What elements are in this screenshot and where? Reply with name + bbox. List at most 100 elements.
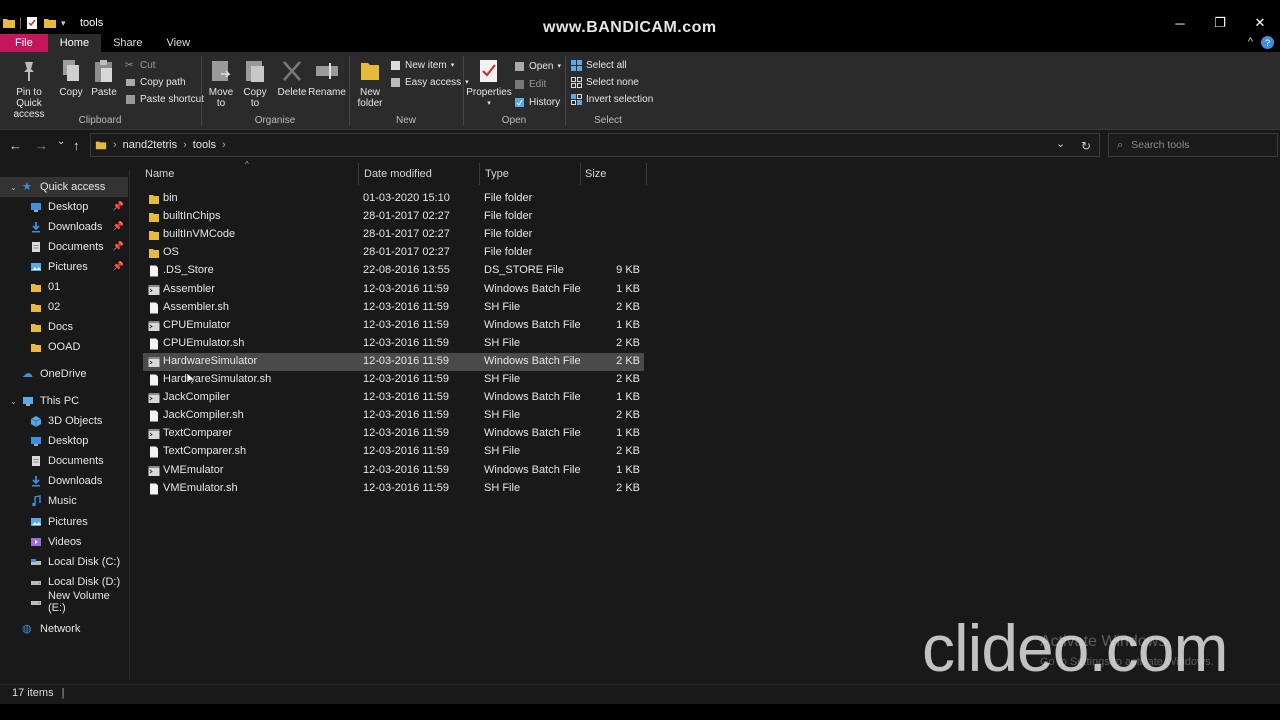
back-button[interactable]: ← (9, 138, 22, 153)
sidebar-item-quick-access[interactable]: ⌄ ★ Quick access (0, 177, 128, 197)
close-button[interactable]: ✕ (1240, 12, 1280, 34)
properties-qat-icon[interactable] (25, 16, 39, 30)
properties-button[interactable]: Properties ▾ (466, 58, 512, 109)
minimize-button[interactable]: ─ (1160, 12, 1200, 34)
invert-selection-button[interactable]: Invert selection (571, 92, 653, 106)
sidebar-item-label: Downloads (48, 475, 103, 488)
new-item-button[interactable]: New item ▾ (390, 58, 454, 72)
sidebar-item-music[interactable]: Music (0, 491, 128, 511)
file-row[interactable]: JackCompiler 12-03-2016 11:59 Windows Ba… (143, 389, 644, 407)
refresh-button[interactable]: ↻ (1081, 139, 1091, 153)
sidebar-item-this-pc[interactable]: ⌄ This PC (0, 391, 128, 411)
sidebar-item-01[interactable]: 01 (0, 277, 128, 297)
tab-home[interactable]: Home (47, 34, 102, 52)
column-separator[interactable] (646, 163, 647, 185)
new-folder-qat-icon[interactable] (43, 16, 57, 30)
search-box[interactable]: ⌕ (1108, 133, 1278, 157)
tab-file[interactable]: File (0, 34, 48, 52)
file-row[interactable]: CPUEmulator 12-03-2016 11:59 Windows Bat… (143, 317, 644, 335)
breadcrumb-nand2tetris[interactable]: nand2tetris (123, 139, 177, 151)
new-folder-label: New folder (357, 87, 383, 109)
file-date-modified: 12-03-2016 11:59 (363, 481, 450, 494)
edit-button[interactable]: Edit (514, 77, 546, 91)
file-row[interactable]: builtInChips 28-01-2017 02:27 File folde… (143, 208, 644, 226)
recent-locations-button[interactable]: ⌄ (57, 136, 65, 147)
pin-icon[interactable]: 📌 (113, 221, 124, 232)
rename-button[interactable]: Rename (308, 58, 346, 98)
pin-icon[interactable]: 📌 (113, 261, 124, 272)
easy-access-button[interactable]: Easy access ▾ (390, 75, 469, 89)
column-header-size[interactable]: Size (579, 164, 645, 184)
open-button[interactable]: Open ▾ (514, 59, 561, 73)
collapse-ribbon-icon[interactable]: ^ (1248, 36, 1253, 49)
sidebar-item-ooad[interactable]: OOAD (0, 337, 128, 357)
sidebar-item-new-volume-e-[interactable]: New Volume (E:) (0, 590, 128, 614)
breadcrumb-tools[interactable]: tools (193, 139, 216, 151)
batch-file-icon (148, 429, 160, 440)
new-folder-button[interactable]: New folder (354, 58, 386, 109)
paste-shortcut-button[interactable]: Paste shortcut (125, 92, 204, 106)
file-type: SH File (484, 300, 521, 313)
sidebar-item-documents[interactable]: Documents 📌 (0, 237, 128, 257)
up-button[interactable]: ↑ (73, 138, 80, 153)
expand-chevron-icon[interactable]: ⌄ (10, 183, 17, 192)
forward-button[interactable]: → (35, 138, 48, 153)
sidebar-item-videos[interactable]: Videos (0, 532, 128, 552)
sidebar-item-desktop[interactable]: Desktop 📌 (0, 197, 128, 217)
address-dropdown-button[interactable]: ⌄ (1056, 137, 1065, 150)
sidebar-item-local-disk-d-[interactable]: Local Disk (D:) (0, 572, 128, 592)
address-bar[interactable] (90, 133, 1100, 157)
file-row[interactable]: HardwareSimulator.sh 12-03-2016 11:59 SH… (143, 371, 644, 389)
copy-button[interactable]: Copy (58, 58, 84, 98)
search-input[interactable] (1131, 139, 1262, 151)
select-none-button[interactable]: Select none (571, 75, 639, 89)
pin-to-quick-access-button[interactable]: Pin to Quick access (4, 58, 54, 120)
sidebar-item-desktop[interactable]: Desktop (0, 431, 128, 451)
file-row[interactable]: Assembler 12-03-2016 11:59 Windows Batch… (143, 281, 644, 299)
file-row[interactable]: TextComparer 12-03-2016 11:59 Windows Ba… (143, 425, 644, 443)
sidebar-item-network[interactable]: ◍ Network (0, 619, 128, 639)
file-row[interactable]: VMEmulator 12-03-2016 11:59 Windows Batc… (143, 462, 644, 480)
file-row[interactable]: builtInVMCode 28-01-2017 02:27 File fold… (143, 226, 644, 244)
file-row[interactable]: bin 01-03-2020 15:10 File folder (143, 190, 644, 208)
help-icon[interactable]: ? (1261, 36, 1274, 49)
sidebar-item-docs[interactable]: Docs (0, 317, 128, 337)
move-to-button[interactable]: Move to (206, 58, 236, 109)
file-row[interactable]: OS 28-01-2017 02:27 File folder (143, 244, 644, 262)
qat-dropdown-icon[interactable]: ▾ (61, 18, 66, 29)
file-row[interactable]: VMEmulator.sh 12-03-2016 11:59 SH File 2… (143, 480, 644, 498)
sidebar-item-downloads[interactable]: Downloads 📌 (0, 217, 128, 237)
copy-to-button[interactable]: Copy to (240, 58, 270, 109)
sidebar-item-pictures[interactable]: Pictures 📌 (0, 257, 128, 277)
sidebar-item-3d-objects[interactable]: 3D Objects (0, 411, 128, 431)
column-header-date-modified[interactable]: Date modified (358, 164, 478, 184)
file-row[interactable]: Assembler.sh 12-03-2016 11:59 SH File 2 … (143, 299, 644, 317)
tab-view[interactable]: View (154, 34, 202, 52)
column-header-name[interactable]: Name (139, 164, 357, 184)
sidebar-item-label: Network (40, 623, 81, 635)
sidebar-item-02[interactable]: 02 (0, 297, 128, 317)
tab-share[interactable]: Share (101, 34, 154, 52)
pin-icon[interactable]: 📌 (113, 241, 124, 252)
cut-button[interactable]: ✂ Cut (125, 58, 156, 72)
expand-chevron-icon[interactable]: ⌄ (10, 397, 17, 406)
sidebar-item-local-disk-c-[interactable]: Local Disk (C:) (0, 552, 128, 572)
pin-icon[interactable]: 📌 (113, 201, 124, 212)
sidebar-item-pictures[interactable]: Pictures (0, 512, 128, 532)
column-header-type[interactable]: Type (479, 164, 579, 184)
file-row[interactable]: CPUEmulator.sh 12-03-2016 11:59 SH File … (143, 335, 644, 353)
maximize-button[interactable]: ❐ (1200, 12, 1240, 34)
file-row[interactable]: HardwareSimulator 12-03-2016 11:59 Windo… (143, 352, 644, 371)
history-button[interactable]: History (514, 95, 560, 109)
file-row[interactable]: TextComparer.sh 12-03-2016 11:59 SH File… (143, 443, 644, 461)
select-all-button[interactable]: Select all (571, 58, 627, 72)
paste-button[interactable]: Paste (90, 58, 118, 98)
file-row[interactable]: JackCompiler.sh 12-03-2016 11:59 SH File… (143, 407, 644, 425)
copy-path-button[interactable]: Copy path (125, 75, 186, 89)
sidebar-item-downloads[interactable]: Downloads (0, 471, 128, 491)
sidebar-item-documents[interactable]: Documents (0, 451, 128, 471)
delete-button[interactable]: Delete (277, 58, 307, 98)
sidebar-item-onedrive[interactable]: ☁ OneDrive (0, 364, 128, 384)
file-row[interactable]: .DS_Store 22-08-2016 13:55 DS_STORE File… (143, 262, 644, 280)
file-date-modified: 12-03-2016 11:59 (363, 318, 450, 331)
